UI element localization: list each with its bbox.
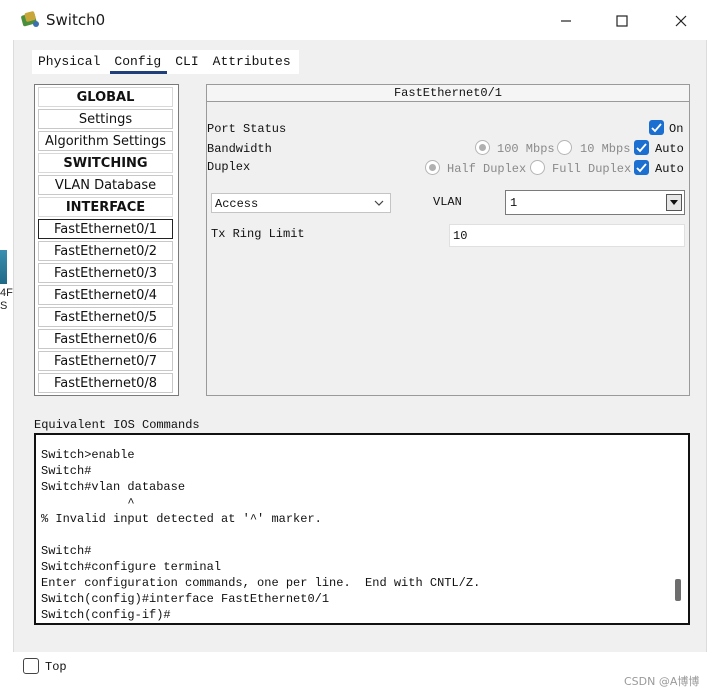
background-text-fragment: S [0, 300, 8, 312]
tab-attributes[interactable]: Attributes [207, 50, 299, 74]
interface-config-panel: FastEthernet0/1 Port Status On Bandwidth… [206, 84, 690, 396]
nav-header-interface: INTERFACE [38, 197, 173, 217]
nav-item-fastethernet0-2[interactable]: FastEthernet0/2 [38, 241, 173, 261]
bandwidth-auto-checkbox[interactable] [634, 140, 649, 155]
checkmark-icon [636, 143, 647, 153]
chevron-down-icon [670, 200, 678, 205]
full-duplex-radio[interactable] [530, 160, 545, 175]
ios-commands-console[interactable]: Switch>enable Switch# Switch#vlan databa… [34, 433, 690, 625]
tx-ring-limit-label: Tx Ring Limit [211, 227, 305, 241]
nav-item-fastethernet0-4[interactable]: FastEthernet0/4 [38, 285, 173, 305]
half-duplex-label: Half Duplex [447, 162, 527, 176]
vlan-label: VLAN [433, 195, 462, 209]
console-scrollbar[interactable] [675, 579, 681, 601]
vlan-select[interactable]: 1 [505, 190, 685, 215]
window-content: Physical Config CLI Attributes GLOBAL Se… [13, 40, 707, 674]
background-text-fragment: 4F [0, 287, 13, 299]
duplex-auto-label: Auto [655, 162, 684, 176]
port-status-label: Port Status [207, 122, 287, 136]
nav-header-switching: SWITCHING [38, 153, 173, 173]
top-checkbox[interactable] [23, 658, 39, 674]
config-nav-list: GLOBAL Settings Algorithm Settings SWITC… [34, 84, 179, 396]
checkmark-icon [651, 123, 662, 133]
nav-item-fastethernet0-1[interactable]: FastEthernet0/1 [38, 219, 173, 239]
panel-title: FastEthernet0/1 [207, 85, 689, 102]
port-mode-select[interactable]: Access [211, 193, 391, 213]
nav-item-fastethernet0-8[interactable]: FastEthernet0/8 [38, 373, 173, 393]
nav-item-fastethernet0-5[interactable]: FastEthernet0/5 [38, 307, 173, 327]
tab-config[interactable]: Config [108, 50, 170, 74]
nav-item-fastethernet0-3[interactable]: FastEthernet0/3 [38, 263, 173, 283]
chevron-down-icon [374, 200, 384, 206]
bandwidth-auto-label: Auto [655, 142, 684, 156]
port-status-checkbox[interactable] [649, 120, 664, 135]
device-icon-fragment [0, 250, 7, 284]
tab-cli[interactable]: CLI [169, 50, 206, 74]
watermark: CSDN @A博博 [624, 675, 700, 688]
tab-bar: Physical Config CLI Attributes [32, 50, 299, 74]
bandwidth-100-radio[interactable] [475, 140, 490, 155]
nav-item-fastethernet0-6[interactable]: FastEthernet0/6 [38, 329, 173, 349]
tab-physical[interactable]: Physical [32, 50, 108, 74]
ios-commands-label: Equivalent IOS Commands [34, 418, 200, 432]
nav-item-fastethernet0-7[interactable]: FastEthernet0/7 [38, 351, 173, 371]
bandwidth-10-label: 10 Mbps [580, 142, 631, 156]
maximize-icon [616, 15, 628, 27]
top-label: Top [45, 660, 67, 674]
tx-ring-limit-value: 10 [453, 229, 468, 243]
duplex-label: Duplex [207, 160, 251, 174]
nav-header-global: GLOBAL [38, 87, 173, 107]
checkmark-icon [636, 163, 647, 173]
vlan-value: 1 [510, 196, 518, 210]
duplex-auto-checkbox[interactable] [634, 160, 649, 175]
maximize-button[interactable] [602, 8, 642, 34]
nav-item-algorithm-settings[interactable]: Algorithm Settings [38, 131, 173, 151]
minimize-icon [561, 20, 571, 22]
minimize-button[interactable] [546, 8, 586, 34]
tx-ring-limit-input[interactable]: 10 [449, 224, 685, 247]
bandwidth-10-radio[interactable] [557, 140, 572, 155]
close-button[interactable] [661, 8, 701, 34]
port-status-on-label: On [669, 122, 684, 136]
switch-app-icon [20, 10, 42, 30]
nav-item-settings[interactable]: Settings [38, 109, 173, 129]
window-title: Switch0 [46, 11, 106, 29]
title-bar: Switch0 [0, 0, 720, 40]
close-icon [675, 15, 687, 27]
bandwidth-100-label: 100 Mbps [497, 142, 555, 156]
nav-item-vlan-database[interactable]: VLAN Database [38, 175, 173, 195]
ios-commands-text: Switch>enable Switch# Switch#vlan databa… [41, 448, 481, 622]
vlan-dropdown-button[interactable] [666, 194, 682, 211]
full-duplex-label: Full Duplex [552, 162, 632, 176]
half-duplex-radio[interactable] [425, 160, 440, 175]
port-mode-value: Access [215, 197, 259, 211]
bandwidth-label: Bandwidth [207, 142, 272, 156]
